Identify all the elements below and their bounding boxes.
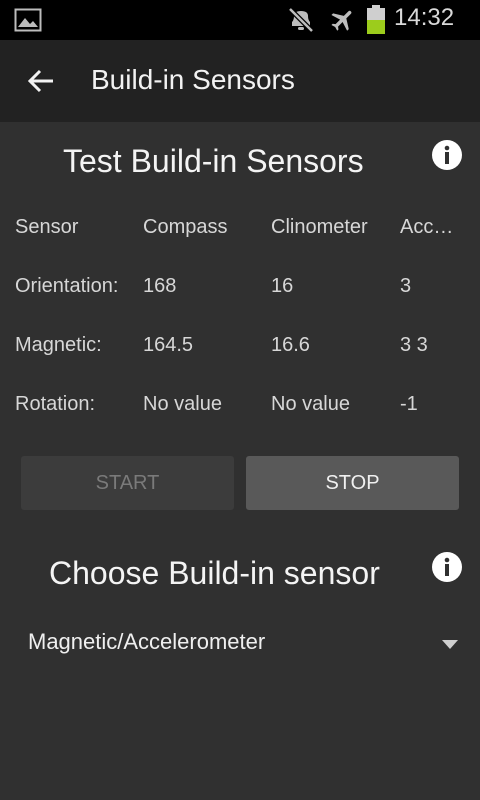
back-arrow-icon[interactable] <box>26 66 56 101</box>
image-icon <box>14 8 42 37</box>
status-bar: 14:32 <box>0 0 480 40</box>
stop-button[interactable]: STOP <box>246 456 459 510</box>
row-label: Rotation: <box>15 393 96 415</box>
compass-value: 168 <box>143 275 177 297</box>
status-time: 14:32 <box>394 4 455 31</box>
app-bar-title: Build-in Sensors <box>91 64 295 95</box>
row-label: Magnetic: <box>15 334 102 356</box>
compass-value: No value <box>143 393 222 415</box>
header-sensor: Sensor <box>15 216 79 238</box>
test-section-title: Test Build-in Sensors <box>63 143 364 179</box>
mute-icon <box>287 7 315 38</box>
airplane-mode-icon <box>329 6 357 39</box>
info-icon[interactable] <box>431 551 463 583</box>
dropdown-arrow-icon <box>442 637 458 655</box>
sensor-select[interactable]: Magnetic/Accelerometer <box>0 610 480 674</box>
accuracy-value: 3 <box>400 275 412 297</box>
clinometer-value: No value <box>271 393 350 415</box>
battery-icon <box>366 5 386 40</box>
clinometer-value: 16 <box>271 275 294 297</box>
app-bar: Build-in Sensors <box>0 40 480 122</box>
row-label: Orientation: <box>15 275 119 297</box>
sensor-select-value: Magnetic/Accelerometer <box>28 629 266 654</box>
accuracy-value: 3 3 <box>400 334 428 356</box>
start-button[interactable]: START <box>21 456 234 510</box>
accuracy-value: -1 <box>400 393 418 415</box>
header-clinometer: Clinometer <box>271 216 368 238</box>
choose-section-title: Choose Build-in sensor <box>49 555 380 591</box>
info-icon[interactable] <box>431 139 463 171</box>
compass-value: 164.5 <box>143 334 194 356</box>
header-compass: Compass <box>143 216 228 238</box>
header-accuracy: Accuracy <box>400 216 464 238</box>
clinometer-value: 16.6 <box>271 334 310 356</box>
